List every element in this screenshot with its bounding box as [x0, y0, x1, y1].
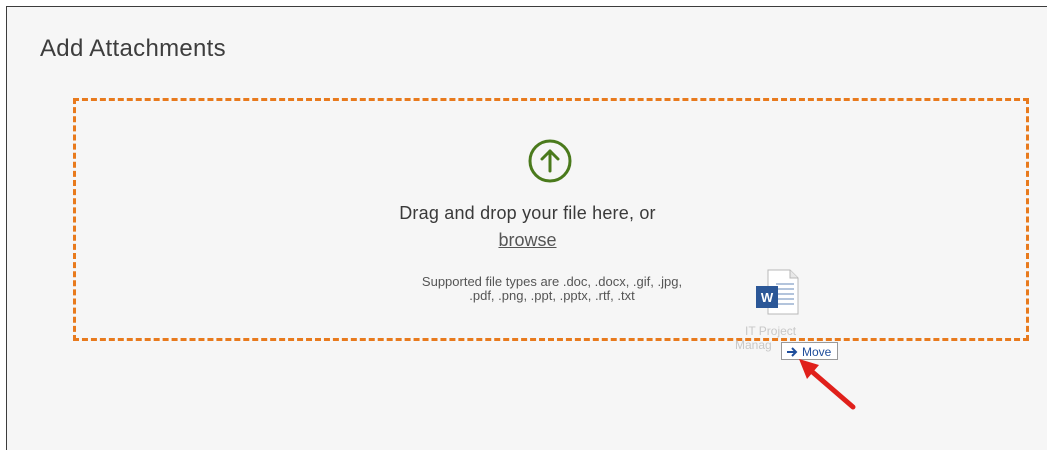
red-annotation-arrow-icon	[799, 359, 856, 410]
browse-link-row: browse	[7, 230, 1048, 251]
supported-types-line-2: .pdf, .png, .ppt, .pptx, .rtf, .txt	[469, 288, 635, 303]
attachments-panel: Add Attachments Drag and drop your file …	[6, 6, 1047, 450]
arrow-right-icon	[787, 346, 798, 357]
svg-text:W: W	[761, 290, 774, 305]
word-document-icon[interactable]: W	[752, 268, 802, 316]
upload-arrow-icon	[528, 139, 572, 183]
supported-file-types: Supported file types are .doc, .docx, .g…	[367, 275, 737, 303]
drag-drop-instruction: Drag and drop your file here, or	[399, 203, 656, 223]
page-title: Add Attachments	[40, 35, 226, 62]
supported-types-line-1: Supported file types are .doc, .docx, .g…	[421, 274, 683, 289]
file-caption-line-1: IT Project	[745, 324, 797, 338]
browse-link[interactable]: browse	[498, 230, 556, 250]
